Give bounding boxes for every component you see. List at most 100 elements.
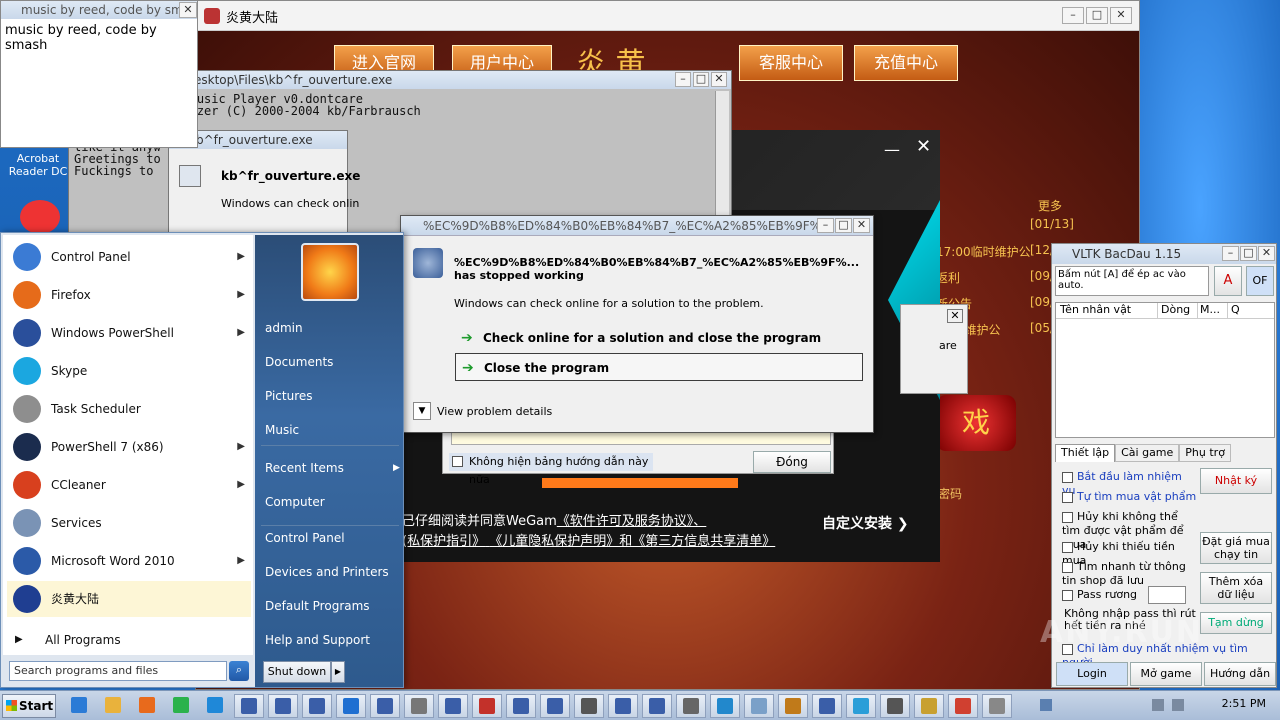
- side-dialog-close-button[interactable]: ✕: [947, 309, 963, 323]
- vltk-option-checkbox[interactable]: Bắt đầu làm nhiệm vụ: [1062, 470, 1198, 497]
- guide-button[interactable]: Hướng dẫn: [1204, 662, 1276, 686]
- taskbar-app-button[interactable]: [982, 694, 1012, 718]
- close-guide-button[interactable]: Đóng: [753, 451, 831, 473]
- taskbar-app-button[interactable]: [268, 694, 298, 718]
- ccleaner-desktop-icon[interactable]: [20, 200, 60, 234]
- taskbar-app-button[interactable]: [846, 694, 876, 718]
- user-avatar[interactable]: [301, 243, 359, 301]
- pause-button[interactable]: Tạm dừng: [1200, 612, 1272, 634]
- taskbar-app-button[interactable]: [200, 694, 230, 718]
- expand-details-button[interactable]: ▼: [413, 402, 431, 420]
- vltk-option-checkbox[interactable]: Tìm nhanh từ thông tin shop đã lưu: [1062, 560, 1198, 587]
- taskbar-app-button[interactable]: [812, 694, 842, 718]
- game-titlebar[interactable]: 炎黄大陆 – □ ✕: [196, 1, 1139, 31]
- taskbar-app-button[interactable]: [710, 694, 740, 718]
- auto-a-button[interactable]: A: [1214, 266, 1242, 296]
- console-minimize-button[interactable]: –: [675, 72, 691, 87]
- start-menu-link[interactable]: Devices and Printers: [265, 561, 401, 583]
- shutdown-button[interactable]: Shut down: [263, 661, 331, 683]
- taskbar-app-button[interactable]: [676, 694, 706, 718]
- set-price-button[interactable]: Đặt giá mua chạy tin: [1200, 532, 1272, 564]
- recharge-center-button[interactable]: 充值中心: [854, 45, 958, 81]
- start-menu-link[interactable]: Control Panel: [265, 527, 401, 549]
- taskbar-app-button[interactable]: [642, 694, 672, 718]
- start-menu-item[interactable]: Skype: [7, 353, 251, 389]
- vltk-minimize-button[interactable]: –: [1222, 246, 1239, 261]
- start-menu-link[interactable]: Music: [265, 419, 401, 441]
- notice-item[interactable]: [01/13]: [936, 217, 1136, 243]
- taskbar-app-button[interactable]: [302, 694, 332, 718]
- acrobat-desktop-icon[interactable]: Acrobat Reader DC: [8, 152, 68, 192]
- crash-dialog[interactable]: %EC%9D%B8%ED%84%B0%EB%84%B7_%EC%A2%85%EB…: [400, 215, 874, 433]
- shutdown-options-button[interactable]: ▶: [331, 661, 345, 683]
- start-menu-item[interactable]: Microsoft Word 2010 ▶: [7, 543, 251, 579]
- taskbar-app-button[interactable]: [540, 694, 570, 718]
- start-menu-item[interactable]: Control Panel ▶: [7, 239, 251, 275]
- tray-icon[interactable]: [1040, 699, 1052, 711]
- column-header[interactable]: M...: [1198, 303, 1228, 318]
- start-menu-link[interactable]: Recent Items: [265, 457, 401, 479]
- tab-install-game[interactable]: Cài game: [1115, 444, 1180, 462]
- crash-dialog-titlebar[interactable]: %EC%9D%B8%ED%84%B0%EB%84%B7_%EC%A2%85%EB…: [401, 216, 873, 236]
- start-menu-link[interactable]: Documents: [265, 351, 401, 373]
- taskbar-app-button[interactable]: [64, 694, 94, 718]
- taskbar-app-button[interactable]: [98, 694, 128, 718]
- taskbar-app-button[interactable]: [744, 694, 774, 718]
- vltk-option-checkbox[interactable]: Hủy khi thiếu tiền mua: [1062, 540, 1198, 567]
- guide-text-field[interactable]: [451, 431, 831, 445]
- crash-close-button[interactable]: ✕: [853, 218, 870, 233]
- close-program-option[interactable]: ➔ Close the program: [455, 353, 863, 381]
- checkbox-box[interactable]: [452, 456, 463, 467]
- vltk-option-checkbox[interactable]: Pass rương: [1062, 588, 1198, 606]
- taskbar-app-button[interactable]: [132, 694, 162, 718]
- taskbar-app-button[interactable]: [166, 694, 196, 718]
- character-table[interactable]: Tên nhân vật Dòng M... Q: [1055, 302, 1275, 438]
- music-box-close-button[interactable]: ✕: [179, 2, 197, 18]
- taskbar-app-button[interactable]: [370, 694, 400, 718]
- checkbox-box[interactable]: [1062, 511, 1073, 523]
- password-link[interactable]: 密码: [938, 485, 962, 502]
- start-menu-link[interactable]: Computer: [265, 491, 401, 513]
- checkbox-box[interactable]: [1062, 589, 1073, 601]
- checkbox-box[interactable]: [1062, 561, 1073, 573]
- side-dialog[interactable]: ✕ are: [900, 304, 968, 394]
- license-link[interactable]: 《软件许可及服务协议》、: [557, 514, 707, 529]
- column-header[interactable]: Tên nhân vật: [1056, 303, 1158, 318]
- start-menu-item[interactable]: Services: [7, 505, 251, 541]
- agreement-line-2[interactable]: (私保护指引》 《儿童隐私保护声明》和《第三方信息共享清单》: [402, 530, 775, 549]
- tab-settings[interactable]: Thiết lập: [1055, 444, 1116, 462]
- search-input[interactable]: Search programs and files: [9, 661, 227, 681]
- taskbar-app-button[interactable]: [608, 694, 638, 718]
- volume-icon[interactable]: [1172, 699, 1184, 711]
- start-menu-link[interactable]: Default Programs: [265, 595, 401, 617]
- network-icon[interactable]: [1152, 699, 1164, 711]
- search-icon[interactable]: ⌕: [229, 661, 249, 681]
- start-menu-link[interactable]: Help and Support: [265, 629, 401, 651]
- hide-guide-checkbox[interactable]: Không hiện bảng hướng dẫn này nữa: [449, 453, 653, 486]
- taskbar-app-button[interactable]: [506, 694, 536, 718]
- music-box-titlebar[interactable]: music by reed, code by sm... ✕: [1, 1, 197, 19]
- installer-minimize-button[interactable]: —: [884, 140, 900, 159]
- log-button[interactable]: Nhật ký: [1200, 468, 1272, 494]
- music-box-window[interactable]: music by reed, code by sm... ✕ music by …: [0, 0, 198, 148]
- taskbar-app-button[interactable]: [948, 694, 978, 718]
- taskbar-app-button[interactable]: [234, 694, 264, 718]
- checkbox-box[interactable]: [1062, 471, 1073, 483]
- vltk-option-checkbox[interactable]: Tự tìm mua vật phẩm: [1062, 490, 1198, 508]
- minimize-button[interactable]: –: [1062, 7, 1084, 24]
- start-menu-item[interactable]: Windows PowerShell ▶: [7, 315, 251, 351]
- console-close-button[interactable]: ✕: [711, 72, 727, 87]
- taskbar-app-button[interactable]: [438, 694, 468, 718]
- auto-off-button[interactable]: OF: [1246, 266, 1274, 296]
- checkbox-box[interactable]: [1062, 491, 1073, 503]
- column-header[interactable]: Q: [1228, 303, 1258, 318]
- start-game-emblem[interactable]: 戏: [936, 395, 1016, 451]
- start-button[interactable]: Start: [2, 694, 56, 718]
- column-header[interactable]: Dòng: [1158, 303, 1198, 318]
- start-menu-item[interactable]: PowerShell 7 (x86) ▶: [7, 429, 251, 465]
- vltk-titlebar[interactable]: VLTK BacDau 1.15 – □ ✕: [1052, 244, 1276, 264]
- vltk-close-button[interactable]: ✕: [1258, 246, 1275, 261]
- more-link[interactable]: 更多: [1038, 197, 1062, 214]
- taskbar-app-button[interactable]: [404, 694, 434, 718]
- start-menu-link[interactable]: admin: [265, 317, 401, 339]
